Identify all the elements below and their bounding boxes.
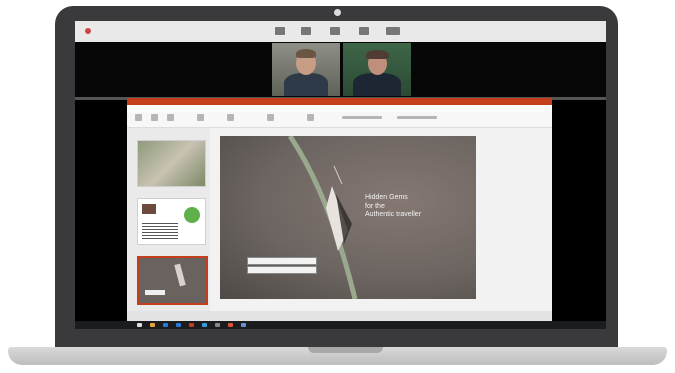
ribbon-button-icon[interactable] xyxy=(167,114,174,121)
ppt-title-bar xyxy=(127,98,552,105)
slide-title-line: for the xyxy=(365,202,385,210)
slide-text-box-1[interactable] xyxy=(247,257,317,265)
participant-torso xyxy=(284,73,328,96)
participant-video-1[interactable] xyxy=(272,43,340,96)
thumbnail-butterfly xyxy=(174,263,186,287)
start-icon[interactable] xyxy=(137,323,142,327)
laptop-base xyxy=(8,347,667,365)
thumbnail-text xyxy=(142,223,178,239)
main-slide[interactable]: Hidden Gems for the Authentic traveller xyxy=(220,136,476,299)
ribbon-button-icon[interactable] xyxy=(227,114,234,121)
thumbnail-box xyxy=(145,290,165,295)
taskbar-app-icon[interactable] xyxy=(150,323,155,327)
participant-hair xyxy=(296,49,316,58)
ribbon-button-icon[interactable] xyxy=(151,114,158,121)
ribbon-option[interactable] xyxy=(397,116,437,119)
notes-bar[interactable] xyxy=(127,311,552,321)
butterfly-antenna xyxy=(333,165,343,185)
participants-icon[interactable] xyxy=(359,27,369,35)
slide-thumbnail-2[interactable] xyxy=(137,198,206,245)
powerpoint-window: Hidden Gems for the Authentic traveller xyxy=(127,98,552,321)
laptop-notch xyxy=(308,347,383,353)
ribbon-option[interactable] xyxy=(342,116,382,119)
ribbon-button-icon[interactable] xyxy=(307,114,314,121)
taskbar-app-icon[interactable] xyxy=(202,323,207,327)
meeting-toolbar xyxy=(75,21,606,42)
taskbar-app-icon[interactable] xyxy=(176,323,181,327)
mute-icon[interactable] xyxy=(275,27,285,35)
slide-title: Hidden Gems for the Authentic traveller xyxy=(365,194,465,220)
participant-hair xyxy=(366,50,389,59)
window-close-icon[interactable] xyxy=(85,28,91,34)
ppt-ribbon xyxy=(127,112,552,128)
taskbar-app-icon[interactable] xyxy=(163,323,168,327)
ribbon-button-icon[interactable] xyxy=(135,114,142,121)
taskbar-app-icon[interactable] xyxy=(215,323,220,327)
share-screen-icon[interactable] xyxy=(330,27,340,35)
laptop-screen: Hidden Gems for the Authentic traveller xyxy=(75,21,606,329)
slide-thumbnail-1[interactable] xyxy=(137,140,206,187)
ribbon-button-icon[interactable] xyxy=(197,114,204,121)
slide-title-line: Hidden Gems xyxy=(365,194,408,201)
video-icon[interactable] xyxy=(301,27,311,35)
taskbar xyxy=(75,321,606,329)
participant-torso xyxy=(353,73,401,96)
slide-thumbnail-3[interactable] xyxy=(137,256,208,305)
ribbon-button-icon[interactable] xyxy=(267,114,274,121)
thumbnail-photo xyxy=(142,204,156,214)
participant-video-2[interactable] xyxy=(343,43,411,96)
taskbar-app-icon[interactable] xyxy=(189,323,194,327)
ppt-ribbon-tabs xyxy=(127,105,552,112)
slide-title-line: Authentic traveller xyxy=(365,211,422,218)
webcam-dot xyxy=(334,9,341,16)
leave-meeting-button[interactable] xyxy=(386,27,400,35)
taskbar-app-icon[interactable] xyxy=(228,323,233,327)
video-strip xyxy=(75,42,606,97)
slide-text-box-2[interactable] xyxy=(247,266,317,274)
thumbnail-badge xyxy=(184,207,200,223)
taskbar-app-icon[interactable] xyxy=(241,323,246,327)
slide-thumbnail-panel xyxy=(127,128,210,311)
